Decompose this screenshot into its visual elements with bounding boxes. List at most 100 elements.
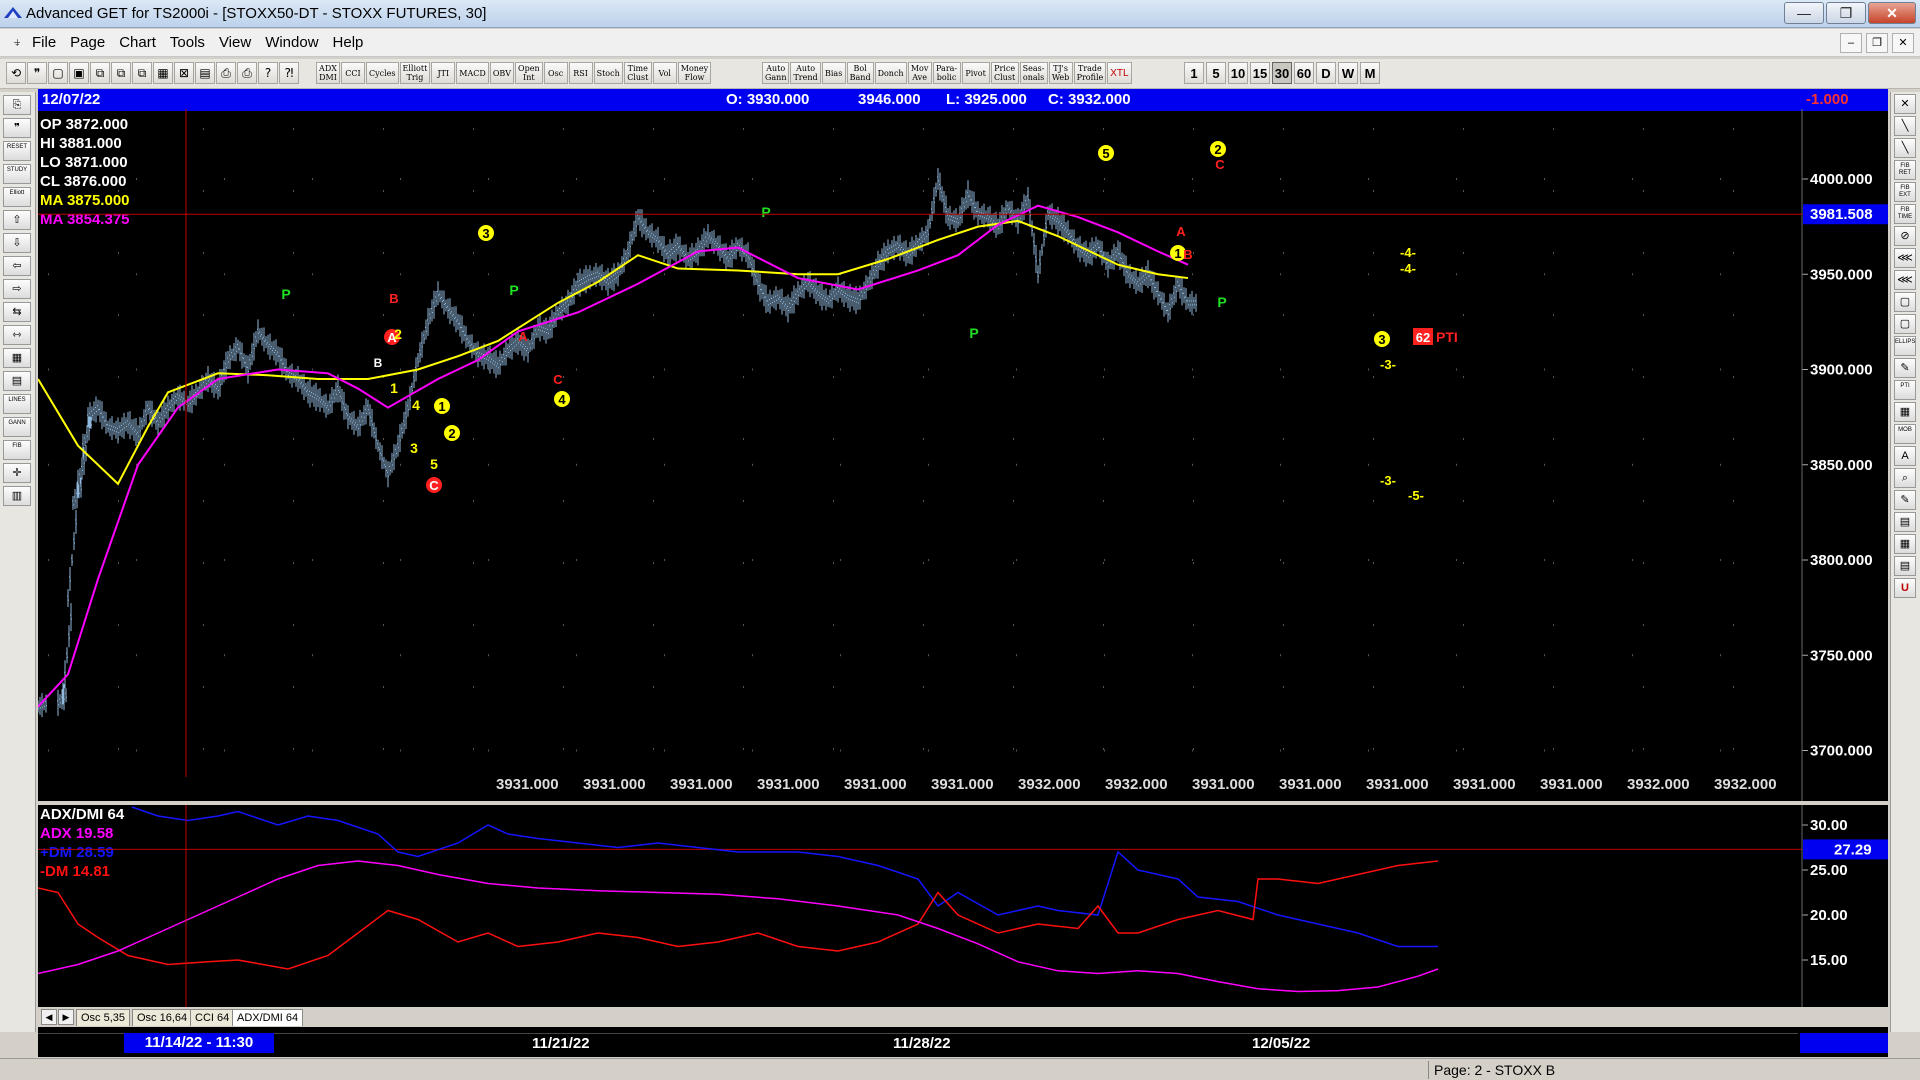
right-tool-20-button[interactable]: ▦ bbox=[1894, 534, 1916, 554]
tool_buttons-auto-button[interactable]: Auto Gann bbox=[762, 62, 790, 84]
pointer-icon[interactable]: ⟲ bbox=[6, 62, 26, 84]
right-tool-16-button[interactable]: A bbox=[1894, 446, 1916, 466]
left-tool-5-button[interactable]: ⇧ bbox=[3, 210, 31, 230]
tool_buttons-tjs-button[interactable]: TJ's Web bbox=[1048, 62, 1073, 84]
menu-chart[interactable]: Chart bbox=[119, 34, 156, 51]
quote-icon[interactable]: ❞ bbox=[27, 62, 47, 84]
menu-window[interactable]: Window bbox=[265, 34, 318, 51]
close-chart-icon[interactable]: ⊠ bbox=[174, 62, 194, 84]
price-chart[interactable]: ADX/DMI 64 ADX 19.58 +DM 28.59 -DM 14.81 30.… bbox=[38, 89, 1888, 1007]
study_buttons-time-button[interactable]: Time Clust bbox=[623, 62, 652, 84]
interval-10-button[interactable]: 10 bbox=[1228, 62, 1248, 84]
study_buttons-elliott-button[interactable]: Elliott Trig bbox=[399, 62, 431, 84]
right-tool-7-button[interactable]: ⋘ bbox=[1894, 248, 1916, 268]
right-tool-10-button[interactable]: ▢ bbox=[1894, 314, 1916, 334]
interval-m-button[interactable]: M bbox=[1360, 62, 1380, 84]
copy-icon[interactable]: ⧉ bbox=[90, 62, 110, 84]
interval-1-button[interactable]: 1 bbox=[1184, 62, 1204, 84]
table-icon[interactable]: ▤ bbox=[195, 62, 215, 84]
tool_buttons-mov-button[interactable]: Mov Ave bbox=[907, 62, 932, 84]
close-button[interactable]: ✕ bbox=[1868, 2, 1916, 24]
right-tool-18-button[interactable]: ✎ bbox=[1894, 490, 1916, 510]
right-tool-2-button[interactable]: ╲ bbox=[1894, 138, 1916, 158]
right-tool-fib-time-button[interactable]: FIB TIME bbox=[1894, 204, 1916, 224]
right-tool-14-button[interactable]: ▦ bbox=[1894, 402, 1916, 422]
tool_buttons-seas-button[interactable]: Seas-onals bbox=[1019, 62, 1048, 84]
tab-scroll-right-icon[interactable]: ▶ bbox=[58, 1009, 74, 1025]
left-tool-1-button[interactable]: ❞ bbox=[3, 118, 31, 138]
tab-osc-16-64[interactable]: Osc 16,64 bbox=[132, 1009, 193, 1026]
tool_buttons-para-button[interactable]: Para-bolic bbox=[932, 62, 961, 84]
help-icon[interactable]: ? bbox=[258, 62, 278, 84]
copy-icon[interactable]: ⧉ bbox=[111, 62, 131, 84]
left-tool-17-button[interactable]: ▥ bbox=[3, 486, 31, 506]
interval-5-button[interactable]: 5 bbox=[1206, 62, 1226, 84]
left-tool-11-button[interactable]: ▦ bbox=[3, 348, 31, 368]
right-tool-12-button[interactable]: ✎ bbox=[1894, 358, 1916, 378]
tab-adx-dmi-64[interactable]: ADX/DMI 64 bbox=[232, 1009, 304, 1026]
left-tool-9-button[interactable]: ⇆ bbox=[3, 302, 31, 322]
copy-icon[interactable]: ⧉ bbox=[132, 62, 152, 84]
right-tool-9-button[interactable]: ▢ bbox=[1894, 292, 1916, 312]
left-tool-gann-button[interactable]: GANN bbox=[3, 417, 31, 437]
right-tool-pti-button[interactable]: PTI bbox=[1894, 380, 1916, 400]
document-icon[interactable]: ⍖ bbox=[8, 34, 26, 52]
right-tool-17-button[interactable]: ⌕ bbox=[1894, 468, 1916, 488]
tool_buttons-auto-button[interactable]: Auto Trend bbox=[790, 62, 821, 84]
right-tool-0-button[interactable]: ✕ bbox=[1894, 94, 1916, 114]
print-preview-icon[interactable]: ⎙ bbox=[237, 62, 257, 84]
interval-30-button[interactable]: 30 bbox=[1272, 62, 1292, 84]
left-tool-16-button[interactable]: ✛ bbox=[3, 463, 31, 483]
interval-d-button[interactable]: D bbox=[1316, 62, 1336, 84]
left-tool-elliott-button[interactable]: Elliott bbox=[3, 187, 31, 207]
study_buttons-stoch-button[interactable]: Stoch bbox=[593, 62, 623, 84]
right-tool-fib-ext-button[interactable]: FIB EXT bbox=[1894, 182, 1916, 202]
tool_buttons-price-button[interactable]: Price Clust bbox=[990, 62, 1019, 84]
tool_buttons-pivot-button[interactable]: Pivot bbox=[961, 62, 990, 84]
tool_buttons-xtl-button[interactable]: XTL bbox=[1107, 62, 1132, 84]
tab-cci-64[interactable]: CCI 64 bbox=[190, 1009, 235, 1026]
study_buttons-cci-button[interactable]: CCI bbox=[341, 62, 365, 84]
left-tool-7-button[interactable]: ⇦ bbox=[3, 256, 31, 276]
left-tool-fib-button[interactable]: FIB bbox=[3, 440, 31, 460]
tool_buttons-bol-button[interactable]: Bol Band bbox=[846, 62, 874, 84]
print-icon[interactable]: ⎙ bbox=[216, 62, 236, 84]
left-tool-study-button[interactable]: STUDY bbox=[3, 164, 31, 184]
minimize-button[interactable]: — bbox=[1784, 2, 1824, 24]
left-tool-10-button[interactable]: ⇿ bbox=[3, 325, 31, 345]
tool_buttons-trade-button[interactable]: Trade Profile bbox=[1073, 62, 1107, 84]
right-tool-21-button[interactable]: ▤ bbox=[1894, 556, 1916, 576]
left-tool-6-button[interactable]: ⇩ bbox=[3, 233, 31, 253]
right-tool-ellips-button[interactable]: ELLIPS bbox=[1894, 336, 1916, 356]
tool_buttons-bias-button[interactable]: Bias bbox=[821, 62, 846, 84]
right-tool-fib-ret-button[interactable]: FIB RET bbox=[1894, 160, 1916, 180]
right-tool-mob-button[interactable]: MOB bbox=[1894, 424, 1916, 444]
right-tool-6-button[interactable]: ⊘ bbox=[1894, 226, 1916, 246]
study_buttons-osc-button[interactable]: Osc bbox=[543, 62, 568, 84]
right-tool-1-button[interactable]: ╲ bbox=[1894, 116, 1916, 136]
menu-view[interactable]: View bbox=[219, 34, 251, 51]
menu-file[interactable]: File bbox=[32, 34, 56, 51]
study_buttons-obv-button[interactable]: OBV bbox=[489, 62, 515, 84]
left-tool-8-button[interactable]: ⇨ bbox=[3, 279, 31, 299]
mdi-minimize-button[interactable]: – bbox=[1840, 33, 1862, 53]
right-tool-19-button[interactable]: ▤ bbox=[1894, 512, 1916, 532]
study_buttons-adx-button[interactable]: ADX DMI bbox=[316, 62, 340, 84]
tab-osc-5-35[interactable]: Osc 5,35 bbox=[76, 1009, 131, 1026]
context-help-icon[interactable]: ⁈ bbox=[279, 62, 299, 84]
chart-icon[interactable]: ▣ bbox=[69, 62, 89, 84]
grid-icon[interactable]: ▦ bbox=[153, 62, 173, 84]
menu-page[interactable]: Page bbox=[70, 34, 105, 51]
tab-scroll-left-icon[interactable]: ◀ bbox=[41, 1009, 57, 1025]
new-page-icon[interactable]: ▢ bbox=[48, 62, 68, 84]
left-tool-reset-button[interactable]: RESET bbox=[3, 141, 31, 161]
interval-w-button[interactable]: W bbox=[1338, 62, 1358, 84]
study_buttons-vol-button[interactable]: Vol bbox=[652, 62, 677, 84]
left-tool-lines-button[interactable]: LINES bbox=[3, 394, 31, 414]
mdi-close-button[interactable]: ✕ bbox=[1892, 33, 1914, 53]
interval-15-button[interactable]: 15 bbox=[1250, 62, 1270, 84]
right-tool-22-button[interactable]: U bbox=[1894, 578, 1916, 598]
study_buttons-cycles-button[interactable]: Cycles bbox=[366, 62, 399, 84]
interval-60-button[interactable]: 60 bbox=[1294, 62, 1314, 84]
maximize-button[interactable]: ❐ bbox=[1826, 2, 1866, 24]
